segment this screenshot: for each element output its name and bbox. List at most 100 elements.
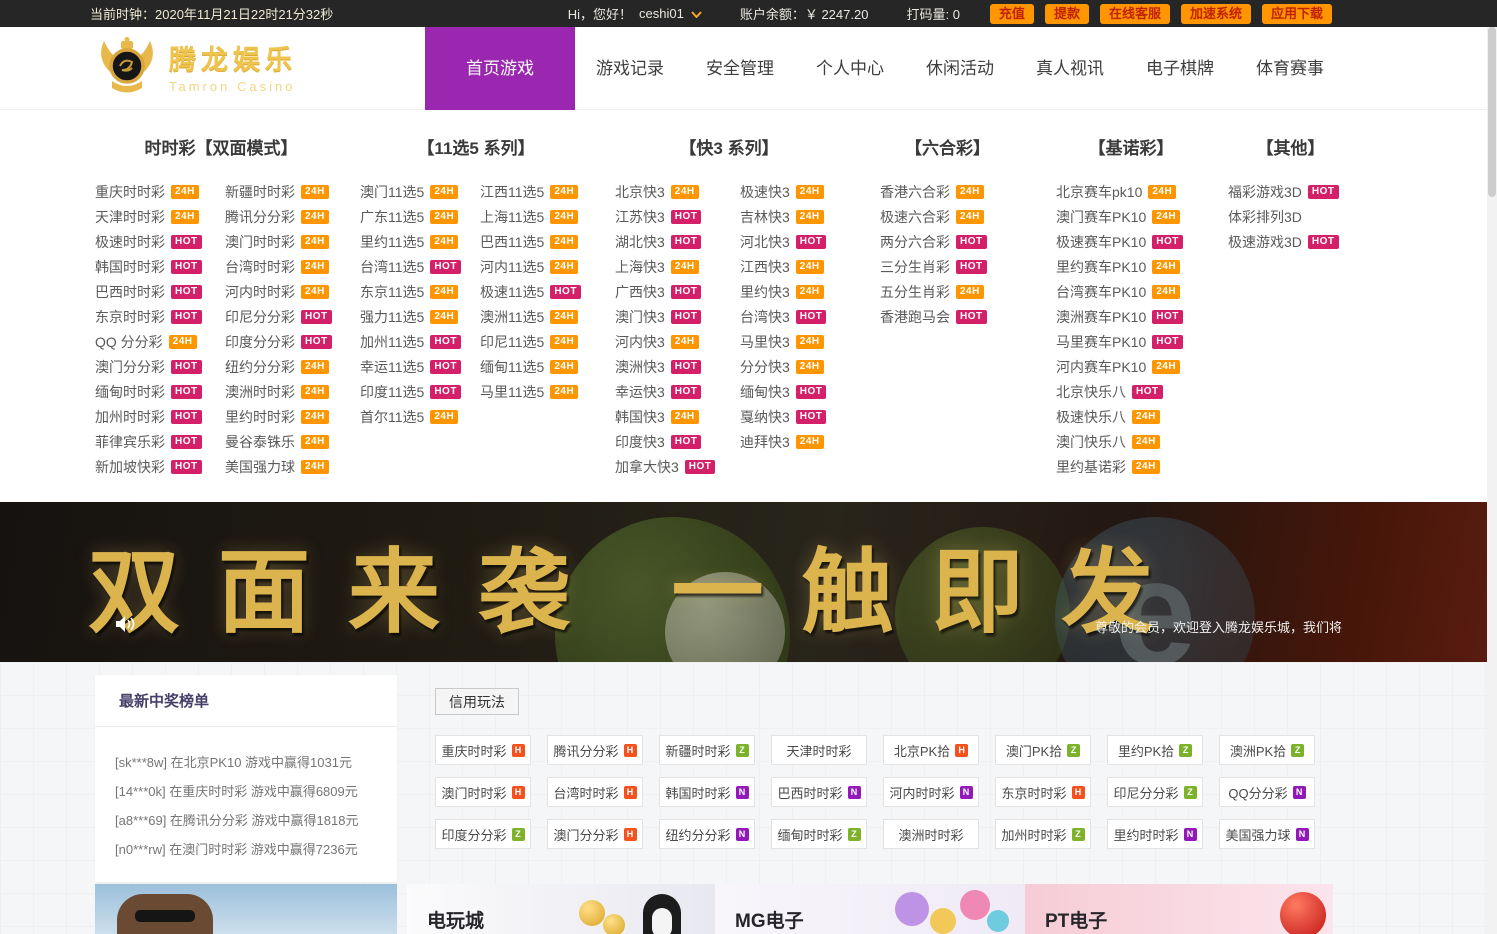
game-button[interactable]: 河内时时彩 N bbox=[883, 777, 979, 807]
menu-game-link[interactable]: 马里赛车PK10 HOT bbox=[1056, 329, 1206, 354]
menu-game-link[interactable]: 加拿大快3 HOT bbox=[615, 454, 732, 479]
menu-game-link[interactable]: 迪拜快3 24H bbox=[740, 429, 843, 454]
game-button[interactable]: 美国强力球 N bbox=[1219, 819, 1315, 849]
logo[interactable]: 腾龙娱乐 Tamron Casino bbox=[95, 36, 297, 96]
menu-game-link[interactable]: 极速11选5 HOT bbox=[480, 279, 592, 304]
topbar-action-button[interactable]: 充值 bbox=[990, 4, 1034, 24]
menu-game-link[interactable]: 台湾11选5 HOT bbox=[360, 254, 472, 279]
menu-game-link[interactable]: 美国强力球 24H bbox=[225, 454, 347, 479]
menu-game-link[interactable]: 加州11选5 HOT bbox=[360, 329, 472, 354]
menu-game-link[interactable]: 加州时时彩 HOT bbox=[95, 404, 217, 429]
menu-game-link[interactable]: 北京快乐八 HOT bbox=[1056, 379, 1206, 404]
scrollbar-thumb[interactable] bbox=[1488, 27, 1496, 197]
game-button[interactable]: 腾讯分分彩 H bbox=[547, 735, 643, 765]
menu-game-link[interactable]: 印尼11选5 24H bbox=[480, 329, 592, 354]
menu-game-link[interactable]: 缅甸时时彩 HOT bbox=[95, 379, 217, 404]
menu-game-link[interactable]: 巴西时时彩 HOT bbox=[95, 279, 217, 304]
menu-game-link[interactable]: QQ 分分彩 24H bbox=[95, 329, 217, 354]
menu-game-link[interactable]: 台湾快3 HOT bbox=[740, 304, 843, 329]
menu-game-link[interactable]: 河内快3 24H bbox=[615, 329, 732, 354]
nav-item[interactable]: 游戏记录 bbox=[575, 27, 685, 110]
topbar-action-button[interactable]: 应用下载 bbox=[1262, 4, 1332, 24]
menu-game-link[interactable]: 新加坡快彩 HOT bbox=[95, 454, 217, 479]
menu-game-link[interactable]: 河内时时彩 24H bbox=[225, 279, 347, 304]
menu-game-link[interactable]: 三分生肖彩 HOT bbox=[880, 254, 1015, 279]
menu-game-link[interactable]: 香港跑马会 HOT bbox=[880, 304, 1015, 329]
menu-game-link[interactable]: 体彩排列3D bbox=[1228, 204, 1353, 229]
menu-game-link[interactable]: 韩国时时彩 HOT bbox=[95, 254, 217, 279]
nav-item[interactable]: 首页游戏 bbox=[425, 27, 575, 110]
nav-item[interactable]: 个人中心 bbox=[795, 27, 905, 110]
game-button[interactable]: 东京时时彩 H bbox=[995, 777, 1091, 807]
menu-game-link[interactable]: 广东11选5 24H bbox=[360, 204, 472, 229]
menu-game-link[interactable]: 菲律宾乐彩 HOT bbox=[95, 429, 217, 454]
game-button[interactable]: 北京PK拾 H bbox=[883, 735, 979, 765]
menu-game-link[interactable]: 印度11选5 HOT bbox=[360, 379, 472, 404]
menu-game-link[interactable]: 澳门时时彩 24H bbox=[225, 229, 347, 254]
topbar-action-button[interactable]: 加速系统 bbox=[1181, 4, 1251, 24]
menu-game-link[interactable]: 澳洲快3 HOT bbox=[615, 354, 732, 379]
menu-game-link[interactable]: 台湾赛车PK10 24H bbox=[1056, 279, 1206, 304]
game-button[interactable]: 澳门分分彩 H bbox=[547, 819, 643, 849]
topbar-action-button[interactable]: 在线客服 bbox=[1100, 4, 1170, 24]
menu-game-link[interactable]: 里约时时彩 24H bbox=[225, 404, 347, 429]
menu-game-link[interactable]: 韩国快3 24H bbox=[615, 404, 732, 429]
menu-game-link[interactable]: 澳门快3 HOT bbox=[615, 304, 732, 329]
game-button[interactable]: 缅甸时时彩 Z bbox=[771, 819, 867, 849]
section-pt-slots[interactable]: PT电子 bbox=[1025, 884, 1333, 934]
menu-game-link[interactable]: 极速时时彩 HOT bbox=[95, 229, 217, 254]
menu-game-link[interactable]: 新疆时时彩 24H bbox=[225, 179, 347, 204]
topbar-action-button[interactable]: 提款 bbox=[1045, 4, 1089, 24]
menu-game-link[interactable]: 东京时时彩 HOT bbox=[95, 304, 217, 329]
section-arcade[interactable]: 电玩城 bbox=[407, 884, 715, 934]
menu-game-link[interactable]: 戛纳快3 HOT bbox=[740, 404, 843, 429]
game-button[interactable]: 澳门时时彩 H bbox=[435, 777, 531, 807]
game-button[interactable]: 新疆时时彩 Z bbox=[659, 735, 755, 765]
nav-item[interactable]: 电子棋牌 bbox=[1125, 27, 1235, 110]
menu-game-link[interactable]: 极速六合彩 24H bbox=[880, 204, 1015, 229]
promo-photo-card[interactable] bbox=[95, 884, 397, 934]
game-button[interactable]: 巴西时时彩 N bbox=[771, 777, 867, 807]
menu-game-link[interactable]: 里约基诺彩 24H bbox=[1056, 454, 1206, 479]
menu-game-link[interactable]: 澳门分分彩 HOT bbox=[95, 354, 217, 379]
menu-game-link[interactable]: 河北快3 HOT bbox=[740, 229, 843, 254]
user-menu[interactable]: Hi，您好！ ceshi01 bbox=[568, 4, 702, 23]
menu-game-link[interactable]: 极速赛车PK10 HOT bbox=[1056, 229, 1206, 254]
nav-item[interactable]: 安全管理 bbox=[685, 27, 795, 110]
menu-game-link[interactable]: 澳门赛车PK10 24H bbox=[1056, 204, 1206, 229]
menu-game-link[interactable]: 五分生肖彩 24H bbox=[880, 279, 1015, 304]
game-button[interactable]: 澳门PK拾 Z bbox=[995, 735, 1091, 765]
menu-game-link[interactable]: 强力11选5 24H bbox=[360, 304, 472, 329]
menu-game-link[interactable]: 河内赛车PK10 24H bbox=[1056, 354, 1206, 379]
menu-game-link[interactable]: 北京赛车pk10 24H bbox=[1056, 179, 1206, 204]
menu-game-link[interactable]: 幸运11选5 HOT bbox=[360, 354, 472, 379]
game-button[interactable]: 印度分分彩 Z bbox=[435, 819, 531, 849]
menu-game-link[interactable]: 分分快3 24H bbox=[740, 354, 843, 379]
menu-game-link[interactable]: 腾讯分分彩 24H bbox=[225, 204, 347, 229]
game-button[interactable]: 加州时时彩 Z bbox=[995, 819, 1091, 849]
menu-game-link[interactable]: 里约快3 24H bbox=[740, 279, 843, 304]
menu-game-link[interactable]: 印度快3 HOT bbox=[615, 429, 732, 454]
menu-game-link[interactable]: 东京11选5 24H bbox=[360, 279, 472, 304]
menu-game-link[interactable]: 江西快3 24H bbox=[740, 254, 843, 279]
menu-game-link[interactable]: 吉林快3 24H bbox=[740, 204, 843, 229]
menu-game-link[interactable]: 香港六合彩 24H bbox=[880, 179, 1015, 204]
menu-game-link[interactable]: 福彩游戏3D HOT bbox=[1228, 179, 1353, 204]
menu-game-link[interactable]: 湖北快3 HOT bbox=[615, 229, 732, 254]
menu-game-link[interactable]: 澳洲11选5 24H bbox=[480, 304, 592, 329]
nav-item[interactable]: 体育赛事 bbox=[1235, 27, 1345, 110]
menu-game-link[interactable]: 曼谷泰铢乐 24H bbox=[225, 429, 347, 454]
game-button[interactable]: 里约时时彩 N bbox=[1107, 819, 1203, 849]
menu-game-link[interactable]: 台湾时时彩 24H bbox=[225, 254, 347, 279]
menu-game-link[interactable]: 极速游戏3D HOT bbox=[1228, 229, 1353, 254]
game-button[interactable]: 天津时时彩 bbox=[771, 735, 867, 765]
game-button[interactable]: 韩国时时彩 N bbox=[659, 777, 755, 807]
menu-game-link[interactable]: 缅甸11选5 24H bbox=[480, 354, 592, 379]
menu-game-link[interactable]: 幸运快3 HOT bbox=[615, 379, 732, 404]
tab-credit-play[interactable]: 信用玩法 bbox=[435, 688, 519, 715]
menu-game-link[interactable]: 巴西11选5 24H bbox=[480, 229, 592, 254]
game-button[interactable]: 台湾时时彩 H bbox=[547, 777, 643, 807]
menu-game-link[interactable]: 天津时时彩 24H bbox=[95, 204, 217, 229]
menu-game-link[interactable]: 澳洲时时彩 24H bbox=[225, 379, 347, 404]
section-mg-slots[interactable]: MG电子 bbox=[715, 884, 1025, 934]
